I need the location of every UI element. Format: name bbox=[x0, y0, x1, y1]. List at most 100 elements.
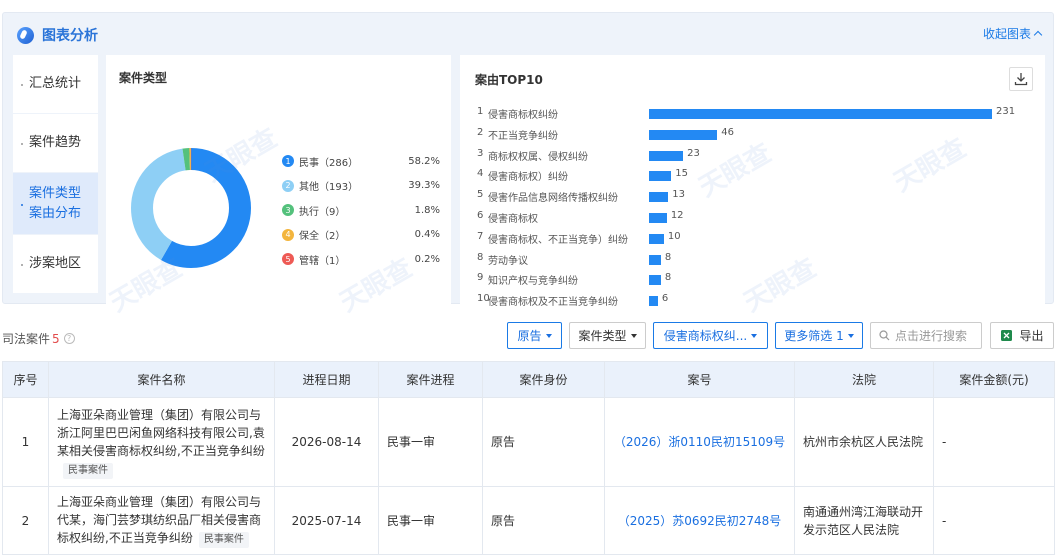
filter-case-type-button[interactable]: 案件类型 bbox=[569, 322, 646, 349]
collapse-charts-button[interactable]: 收起图表 bbox=[983, 25, 1043, 42]
court-name: 南通通州湾江海联动开发示范区人民法院 bbox=[794, 486, 934, 555]
bar-value-label: 13 bbox=[672, 189, 686, 201]
filter-cause-button[interactable]: 侵害商标权纠... bbox=[653, 322, 768, 349]
bar-value-label: 15 bbox=[675, 168, 688, 180]
case-amount: - bbox=[933, 397, 1055, 487]
help-icon[interactable]: ? bbox=[63, 333, 75, 344]
table-row: 1 上海亚朵商业管理（集团）有限公司与浙江阿里巴巴闲鱼网络科技有限公司,袁某相关… bbox=[2, 397, 1055, 487]
legend-number-badge: 4 bbox=[282, 228, 294, 241]
bar-label: 侵害作品信息网络传播权纠纷 bbox=[488, 193, 618, 205]
bar-row[interactable]: 7 侵害商标权、不正当竞争）纠纷 10 bbox=[477, 230, 1037, 246]
judicial-cases-heading: 司法案件 5 ? bbox=[2, 330, 75, 347]
bar-row[interactable]: 4 侵害商标权）纠纷 15 bbox=[477, 167, 1037, 183]
col-role: 案件身份 bbox=[482, 361, 605, 398]
tab-label: 汇总统计 bbox=[29, 76, 82, 91]
bar-row[interactable]: 5 侵害作品信息网络传播权纠纷 13 bbox=[477, 188, 1037, 204]
bar-value-label: 8 bbox=[664, 251, 672, 263]
legend-name: 管辖（1） bbox=[299, 255, 346, 267]
bar-row[interactable]: 1 侵害商标权纠纷 231 bbox=[477, 105, 1037, 121]
case-number-cell: （2026）浙0110民初15109号 bbox=[604, 397, 795, 487]
legend-percent: 1.8% bbox=[414, 204, 440, 216]
analysis-title: 图表分析 bbox=[42, 28, 98, 44]
chart-analysis-panel: 图表分析 收起图表 汇总统计 案件趋势 案件类型 案由分布 涉案地区 案件类型 … bbox=[2, 12, 1054, 318]
legend-item[interactable]: 1 民事（286） 58.2% bbox=[282, 149, 440, 174]
col-amount: 案件金额(元) bbox=[933, 361, 1055, 398]
bar[interactable] bbox=[649, 109, 992, 119]
tab-summary[interactable]: 汇总统计 bbox=[13, 55, 98, 113]
bar[interactable] bbox=[649, 296, 658, 307]
bar-row[interactable]: 3 商标权权属、侵权纠纷 23 bbox=[477, 147, 1037, 163]
download-button[interactable] bbox=[1009, 67, 1033, 91]
caret-down-icon bbox=[630, 333, 637, 338]
tab-region[interactable]: 涉案地区 bbox=[13, 235, 98, 293]
bar[interactable] bbox=[649, 192, 669, 203]
bar-value-label: 12 bbox=[670, 210, 684, 221]
tab-trend[interactable]: 案件趋势 bbox=[13, 114, 98, 172]
bar[interactable] bbox=[649, 213, 667, 223]
case-stage: 民事一审 bbox=[378, 397, 483, 487]
tab-label: 案件类型 案由分布 bbox=[29, 185, 82, 221]
export-button[interactable]: 导出 bbox=[990, 322, 1054, 349]
row-index: 2 bbox=[2, 486, 49, 555]
bar-row[interactable]: 9 知识产权与竞争纠纷 8 bbox=[477, 271, 1037, 287]
bullet-icon bbox=[21, 264, 23, 266]
bar[interactable] bbox=[649, 233, 664, 244]
bar-row[interactable]: 10 侵害商标权及不正当竞争纠纷 6 bbox=[477, 292, 1037, 308]
table-header-row: 序号 案件名称 进程日期 案件进程 案件身份 案号 法院 案件金额(元) bbox=[2, 361, 1055, 398]
bar-label: 侵害商标权、不正当竞争）纠纷 bbox=[488, 234, 628, 246]
legend-name: 执行（9） bbox=[299, 206, 346, 218]
bar-value-label: 10 bbox=[667, 230, 681, 242]
tab-case-type-distribution[interactable]: 案件类型 案由分布 bbox=[13, 173, 98, 234]
case-name-cell[interactable]: 上海亚朵商业管理（集团）有限公司与浙江阿里巴巴闲鱼网络科技有限公司,袁某相关侵害… bbox=[48, 397, 275, 487]
filter-label: 案件类型 bbox=[578, 329, 627, 343]
case-type-donut-chart bbox=[131, 148, 251, 268]
more-filters-button[interactable]: 更多筛选 1 bbox=[775, 322, 863, 349]
col-court: 法院 bbox=[794, 361, 934, 398]
chart-logo-icon bbox=[17, 26, 34, 44]
legend-name: 其他（193） bbox=[299, 182, 359, 194]
caret-down-icon bbox=[545, 333, 552, 338]
legend-name: 保全（2） bbox=[299, 231, 346, 243]
case-name[interactable]: 上海亚朵商业管理（集团）有限公司与浙江阿里巴巴闲鱼网络科技有限公司,袁某相关侵害… bbox=[57, 408, 265, 458]
case-tag: 民事案件 bbox=[63, 462, 113, 479]
case-type-title: 案件类型 bbox=[119, 71, 168, 85]
bar-value-label: 231 bbox=[996, 106, 1016, 117]
bar[interactable] bbox=[649, 150, 684, 161]
bar-label: 劳动争议 bbox=[488, 255, 528, 267]
case-date: 2026-08-14 bbox=[274, 397, 379, 487]
legend-item[interactable]: 4 保全（2） 0.4% bbox=[282, 223, 440, 248]
bar[interactable] bbox=[649, 275, 661, 286]
legend-item[interactable]: 3 执行（9） 1.8% bbox=[282, 198, 440, 223]
case-name-cell[interactable]: 上海亚朵商业管理（集团）有限公司与代某，海门芸梦琪纺织品厂相关侵害商标权纠纷,不… bbox=[48, 486, 275, 555]
legend-item[interactable]: 2 其他（193） 39.3% bbox=[282, 174, 440, 199]
bar[interactable] bbox=[649, 129, 718, 140]
bar-row[interactable]: 6 侵害商标权 12 bbox=[477, 209, 1037, 225]
col-date[interactable]: 进程日期 bbox=[274, 361, 379, 398]
legend-percent: 0.2% bbox=[414, 253, 440, 265]
caret-down-icon bbox=[751, 333, 758, 338]
legend-number-badge: 1 bbox=[282, 155, 294, 168]
case-number-link[interactable]: （2025）苏0692民初2748号 bbox=[618, 514, 782, 528]
top10-title: 案由TOP10 bbox=[475, 73, 543, 87]
bar-label: 侵害商标权）纠纷 bbox=[488, 172, 568, 184]
top10-card: 案由TOP10 1 侵害商标权纠纷 231 2 不正当竞争纠纷 46 3 商标权权属、侵权纠纷… bbox=[460, 55, 1045, 318]
bullet-icon bbox=[21, 203, 23, 206]
legend-item[interactable]: 5 管辖（1） 0.2% bbox=[282, 247, 440, 272]
case-count: 5 bbox=[52, 331, 60, 346]
search-input[interactable] bbox=[895, 328, 975, 343]
col-case-no: 案号 bbox=[604, 361, 795, 398]
bullet-icon bbox=[21, 84, 23, 86]
download-icon bbox=[1014, 73, 1028, 86]
bar[interactable] bbox=[649, 171, 672, 182]
legend-number-badge: 3 bbox=[282, 204, 294, 217]
bar-row[interactable]: 2 不正当竞争纠纷 46 bbox=[477, 126, 1037, 142]
tab-label: 涉案地区 bbox=[29, 256, 82, 271]
search-box[interactable] bbox=[870, 322, 982, 349]
bar-label: 商标权权属、侵权纠纷 bbox=[488, 151, 588, 163]
bar-row[interactable]: 8 劳动争议 8 bbox=[477, 251, 1037, 267]
case-tag: 民事案件 bbox=[198, 532, 249, 548]
filter-plaintiff-button[interactable]: 原告 bbox=[507, 322, 562, 349]
case-number-link[interactable]: （2026）浙0110民初15109号 bbox=[614, 435, 785, 449]
bar[interactable] bbox=[649, 254, 661, 265]
tab-label: 案件趋势 bbox=[29, 135, 82, 150]
